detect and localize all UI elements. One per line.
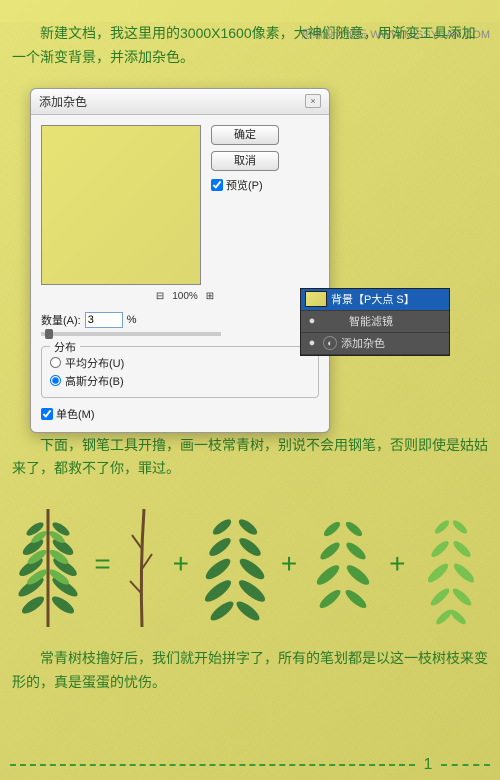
layer-name-noise: 添加杂色 [341,335,385,351]
branch-stem-icon [122,499,162,629]
amount-label: 数量(A): [41,312,81,328]
footer-dash-right [441,764,490,766]
preview-checkbox-row[interactable]: 预览(P) [211,177,263,193]
paragraph-2: 下面，钢笔工具开撸，画一枝常青树，别说不会用钢笔，否则即使是姑姑来了，都救不了你… [0,434,500,482]
mono-checkbox[interactable] [41,408,53,420]
close-icon[interactable]: × [305,94,321,108]
amount-slider[interactable] [41,332,221,336]
layer-row-smart[interactable]: ● 智能滤镜 [301,311,449,333]
uniform-radio-row[interactable]: 平均分布(U) [50,355,310,371]
amount-row: 数量(A): % [31,312,329,328]
amount-unit: % [127,314,137,326]
page-footer: 1 [0,756,500,774]
distribution-legend: 分布 [50,339,80,355]
preview-checkbox-label: 预览(P) [226,177,263,193]
layer-row-noise[interactable]: ● ◐ 添加杂色 [301,333,449,355]
add-noise-dialog: 添加杂色 × 确定 取消 预览(P) ⊟ 100% ⊞ 数量(A [30,88,330,433]
branch-leaves-dark-icon [200,499,270,629]
layer-thumb-icon [305,291,327,307]
ok-button[interactable]: 确定 [211,125,279,145]
paragraph-1: 新建文档，我这里用的3000X1600像素，大神们随意，用渐变工具添加一个渐变背… [0,22,500,70]
zoom-out-icon[interactable]: ⊟ [156,291,164,302]
amount-input[interactable] [85,312,123,328]
preview-checkbox[interactable] [211,179,223,191]
dialog-body: 确定 取消 预览(P) [31,115,329,295]
mono-label: 单色(M) [56,406,95,422]
layers-panel: 背景【P大点 S】 ● 智能滤镜 ● ◐ 添加杂色 [300,288,450,356]
uniform-radio[interactable] [50,357,61,368]
zoom-value: 100% [172,291,198,302]
branch-formula: = + + + [0,481,500,639]
equals-sign: = [94,548,110,580]
uniform-label: 平均分布(U) [65,355,124,371]
dialog-area: 添加杂色 × 确定 取消 预览(P) ⊟ 100% ⊞ 数量(A [30,88,450,418]
plus-sign-1: + [173,548,189,580]
layer-name-bg: 背景【P大点 S】 [331,291,415,307]
layer-name-smart: 智能滤镜 [349,313,393,329]
footer-dash-left [10,764,415,766]
window-buttons: × [305,94,321,108]
cancel-button[interactable]: 取消 [211,151,279,171]
branch-leaves-mid-icon [308,499,378,629]
plus-sign-3: + [389,548,405,580]
mono-row: 单色(M) [31,406,329,432]
noise-preview [41,125,201,285]
mono-checkbox-row[interactable]: 单色(M) [41,406,319,422]
distribution-group: 分布 平均分布(U) 高斯分布(B) [41,346,319,398]
visibility-icon[interactable]: ● [305,315,319,327]
dialog-title-text: 添加杂色 [39,93,87,110]
page-number: 1 [415,756,441,774]
gaussian-radio[interactable] [50,375,61,386]
plus-sign-2: + [281,548,297,580]
dialog-titlebar: 添加杂色 × [31,89,329,115]
paragraph-3: 常青树枝撸好后，我们就开始拼字了，所有的笔划都是以这一枝树枝来变形的，真是蛋蛋的… [0,647,500,695]
gaussian-radio-row[interactable]: 高斯分布(B) [50,373,310,389]
branch-leaves-light-icon [416,499,486,629]
branch-full-icon [13,499,83,629]
zoom-controls: ⊟ 100% ⊞ [31,291,329,302]
filter-mask-icon: ◐ [323,336,337,350]
visibility-icon[interactable]: ● [305,337,319,349]
zoom-in-icon[interactable]: ⊞ [206,291,214,302]
gaussian-label: 高斯分布(B) [65,373,124,389]
layer-row-bg[interactable]: 背景【P大点 S】 [301,289,449,311]
p1-highlight: 新建文档 [40,25,96,41]
